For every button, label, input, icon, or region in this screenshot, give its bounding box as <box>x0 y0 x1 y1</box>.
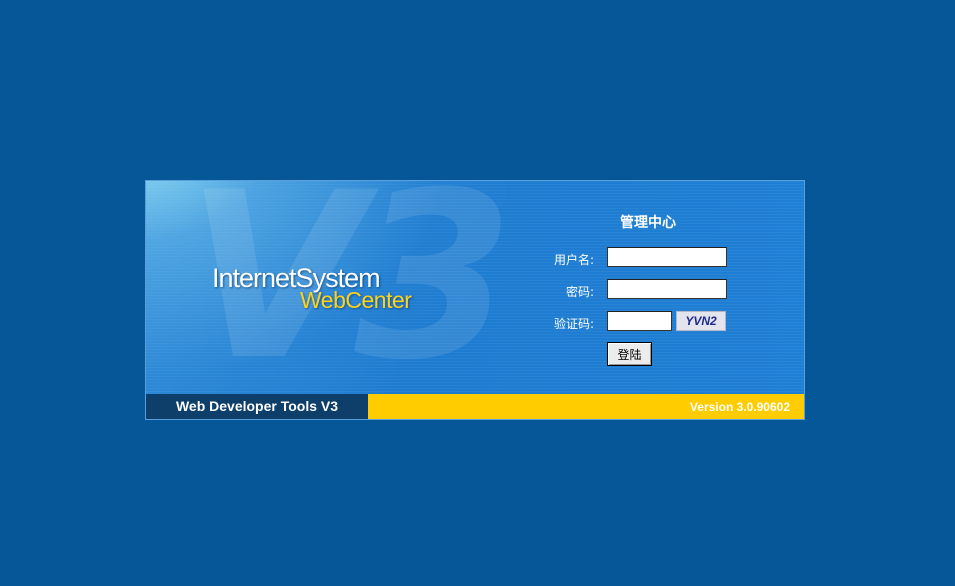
login-panel: V3 InternetSystem WebCenter 管理中心 用户名: 密码… <box>145 180 805 420</box>
captcha-image[interactable]: YVN2 <box>676 311 726 331</box>
captcha-label: 验证码: <box>553 317 594 331</box>
footer-product-name: Web Developer Tools V3 <box>146 394 368 419</box>
login-button[interactable]: 登陆 <box>607 342 652 366</box>
captcha-input[interactable] <box>607 311 672 331</box>
password-label: 密码: <box>565 285 594 299</box>
password-input[interactable] <box>607 279 727 299</box>
footer-version: Version 3.0.90602 <box>368 394 804 419</box>
username-input[interactable] <box>607 247 727 267</box>
username-label: 用户名: <box>553 253 594 267</box>
brand-logo-webcenter: WebCenter <box>300 287 412 313</box>
login-title: 管理中心 <box>620 215 676 231</box>
